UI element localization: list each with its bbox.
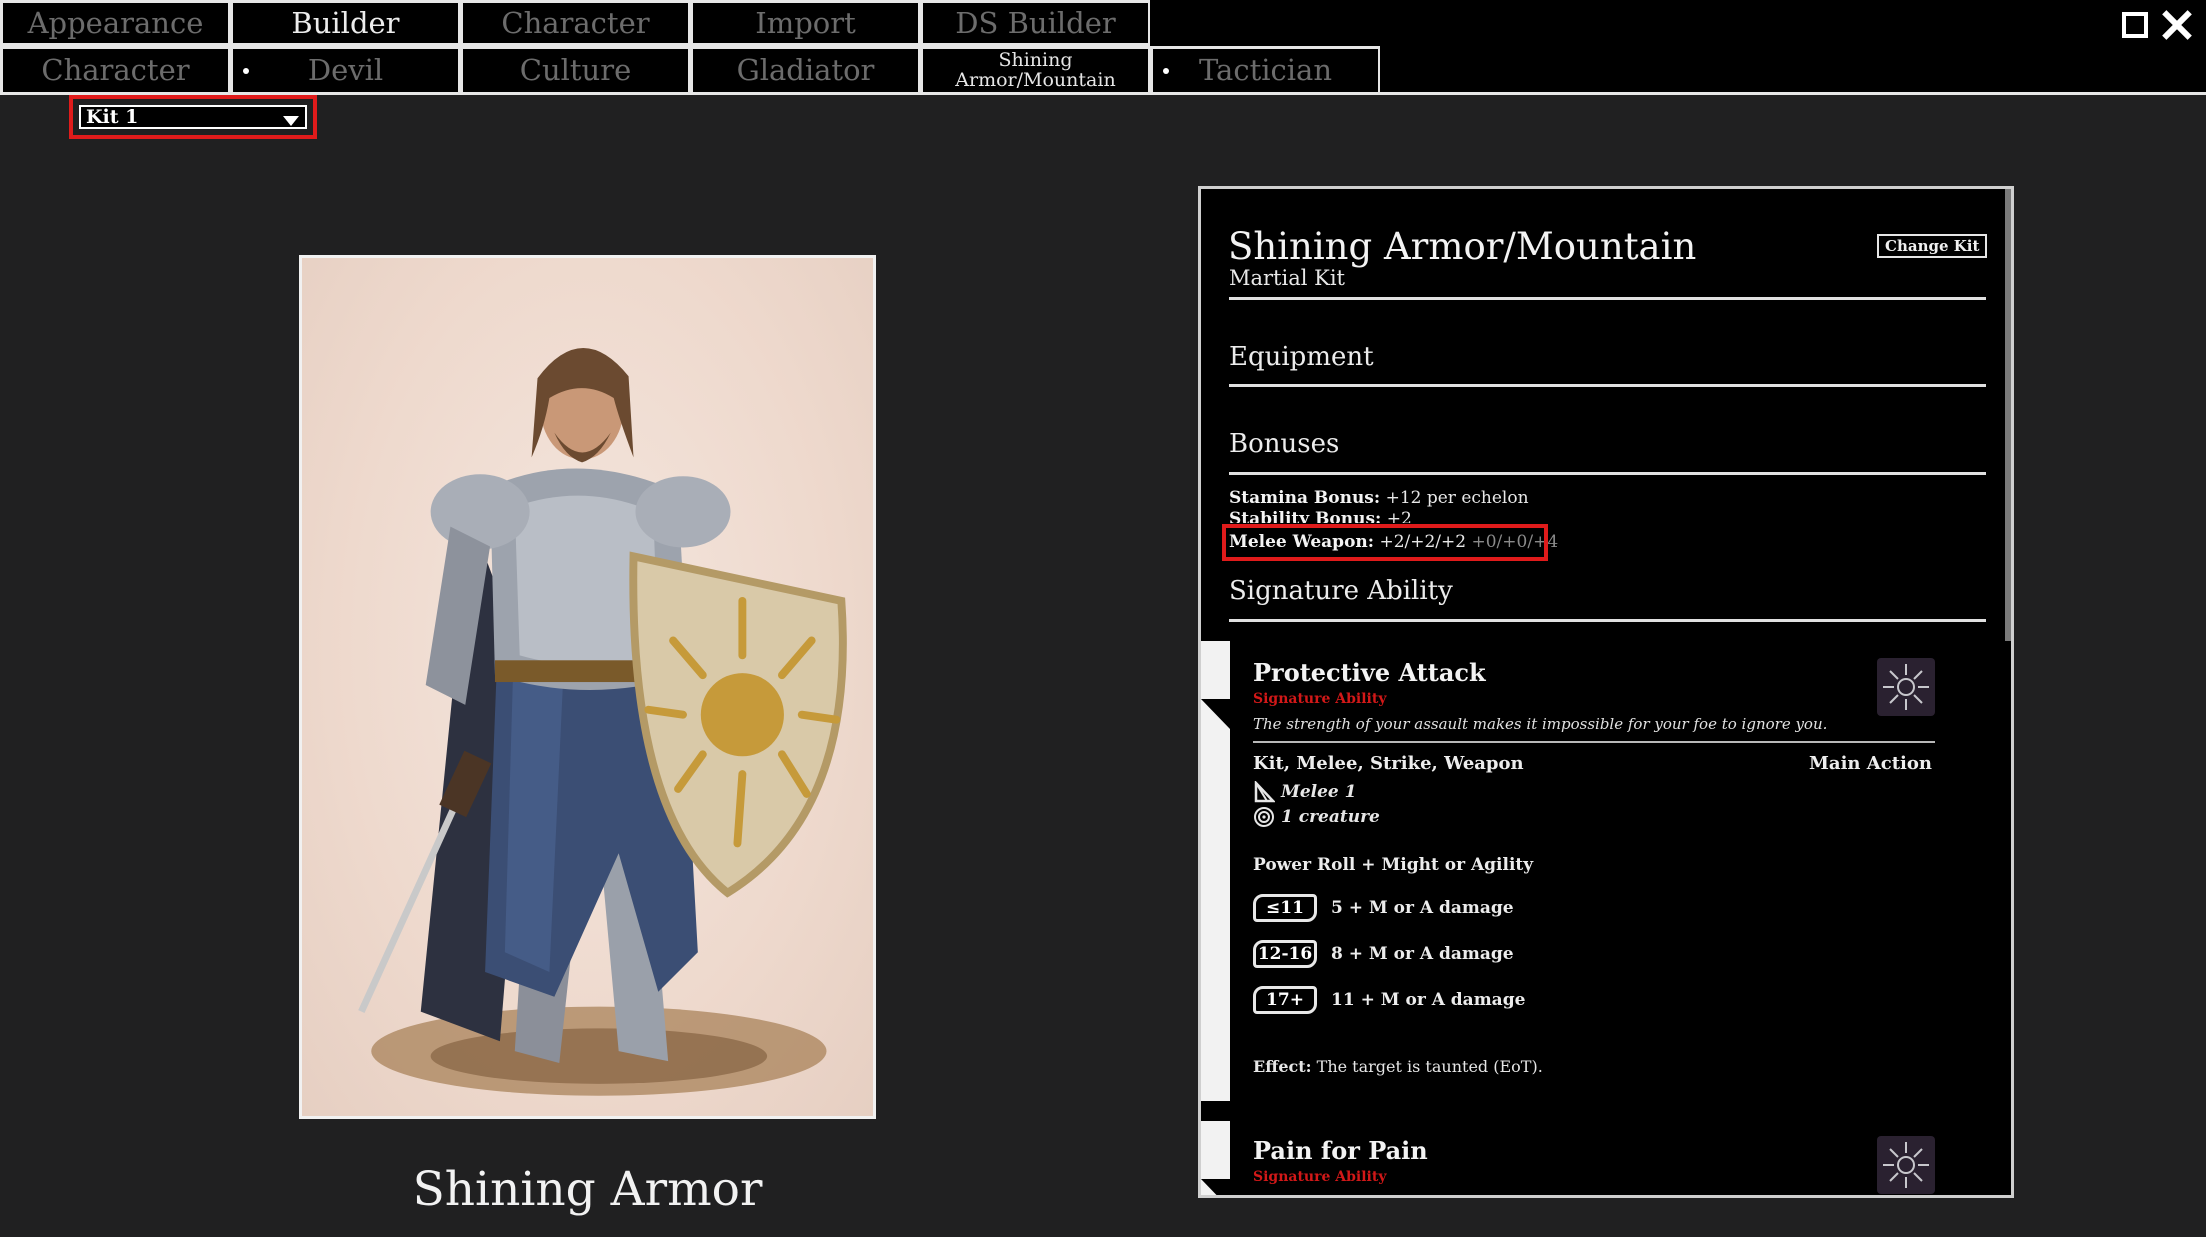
top-tab-bar: Appearance Builder Character Import DS B…	[0, 0, 2206, 46]
ability-target: 1 creature	[1253, 806, 1380, 828]
ability-keywords: Kit, Melee, Strike, Weapon	[1253, 753, 1524, 774]
section-signature-ability: Signature Ability	[1229, 576, 1453, 606]
ability-type: Signature Ability	[1253, 691, 1387, 707]
kit-select-value: Kit 1	[86, 106, 139, 128]
tier-1-effect: 5 + M or A damage	[1331, 898, 1514, 918]
ability-effect: Effect: The target is taunted (EoT).	[1253, 1057, 1543, 1076]
stamina-bonus-label: Stamina Bonus:	[1229, 488, 1381, 508]
section-bonuses: Bonuses	[1229, 429, 1340, 459]
ability-effect-text: The target is taunted (EoT).	[1316, 1057, 1543, 1076]
tier-2-effect: 8 + M or A damage	[1331, 944, 1514, 964]
builder-sub-tab-bar: Character Devil Culture Gladiator Shinin…	[0, 46, 2206, 95]
ability-power-roll: Power Roll + Might or Agility	[1253, 855, 1534, 875]
divider	[1253, 741, 1935, 743]
divider	[1229, 297, 1986, 300]
caret-down-icon	[283, 116, 299, 126]
ability-effect-label: Effect:	[1253, 1057, 1312, 1076]
kit-portrait	[299, 255, 876, 1119]
stamina-bonus: Stamina Bonus: +12 per echelon	[1229, 488, 1529, 508]
portrait-caption: Shining Armor	[412, 1162, 763, 1217]
stability-bonus-label: Stability Bonus:	[1229, 509, 1382, 523]
ability-target-value: 1 creature	[1281, 807, 1380, 827]
stamina-bonus-value: +12 per echelon	[1385, 488, 1529, 508]
ability-card-protective-attack[interactable]: Protective Attack Signature Ability The …	[1201, 641, 2011, 1101]
tier-3: 17+ 11 + M or A damage	[1253, 986, 1525, 1014]
tab-character[interactable]: Character	[460, 0, 690, 46]
tier-1-badge: ≤11	[1253, 894, 1317, 922]
kit-subtitle: Martial Kit	[1229, 266, 1345, 290]
kit-title: Shining Armor/Mountain	[1228, 225, 1697, 268]
tier-2: 12-16 8 + M or A damage	[1253, 940, 1514, 968]
tier-3-effect: 11 + M or A damage	[1331, 990, 1526, 1010]
tab-appearance[interactable]: Appearance	[0, 0, 230, 46]
ability-name: Protective Attack	[1253, 658, 1486, 687]
kit-select-highlight: Kit 1	[69, 95, 317, 139]
ability-type: Signature Ability	[1253, 1169, 1387, 1185]
armored-knight-illustration	[358, 348, 847, 1096]
subtab-culture[interactable]: Culture	[460, 46, 690, 92]
tier-3-badge: 17+	[1253, 986, 1317, 1014]
ability-distance: Melee 1	[1253, 781, 1356, 803]
divider	[1229, 619, 1986, 622]
tab-import[interactable]: Import	[690, 0, 920, 46]
subtab-kit[interactable]: Shining Armor/Mountain	[920, 46, 1150, 92]
ability-name: Pain for Pain	[1253, 1136, 1428, 1165]
tab-builder[interactable]: Builder	[230, 0, 460, 46]
subtab-kit-label: Shining Armor/Mountain	[955, 48, 1116, 91]
subtab-devil-label: Devil	[307, 53, 384, 88]
dot-icon	[1163, 67, 1169, 74]
close-icon[interactable]	[2162, 10, 2192, 40]
ability-distance-value: Melee 1	[1281, 782, 1357, 802]
kit-select[interactable]: Kit 1	[79, 105, 307, 129]
section-equipment: Equipment	[1229, 342, 1374, 372]
tier-2-badge: 12-16	[1253, 940, 1317, 968]
dot-icon	[243, 67, 249, 74]
burst-icon	[1877, 658, 1935, 716]
kit-details-panel[interactable]: Shining Armor/Mountain Martial Kit Chang…	[1198, 186, 2014, 1198]
ability-flavor: The strength of your assault makes it im…	[1253, 715, 1828, 733]
melee-weapon-highlight	[1222, 524, 1548, 561]
maximize-icon[interactable]	[2122, 12, 2148, 38]
burst-icon	[1877, 1136, 1935, 1194]
ability-action-type: Main Action	[1809, 753, 1932, 774]
distance-icon	[1254, 781, 1275, 803]
ability-card-pain-for-pain[interactable]: Pain for Pain Signature Ability	[1201, 1121, 2011, 1195]
subtab-tactician[interactable]: Tactician	[1150, 46, 1380, 92]
divider	[1229, 384, 1986, 387]
subtab-tactician-label: Tactician	[1198, 53, 1333, 88]
stability-bonus-value: +2	[1386, 509, 1412, 523]
divider	[1229, 472, 1986, 475]
subtab-gladiator[interactable]: Gladiator	[690, 46, 920, 92]
target-icon	[1254, 807, 1274, 827]
subtab-character[interactable]: Character	[0, 46, 230, 92]
tier-1: ≤11 5 + M or A damage	[1253, 894, 1514, 922]
stability-bonus: Stability Bonus: +2	[1229, 509, 1412, 523]
subtab-devil[interactable]: Devil	[230, 46, 460, 92]
tab-ds-builder[interactable]: DS Builder	[920, 0, 1150, 46]
change-kit-button[interactable]: Change Kit	[1877, 234, 1988, 258]
